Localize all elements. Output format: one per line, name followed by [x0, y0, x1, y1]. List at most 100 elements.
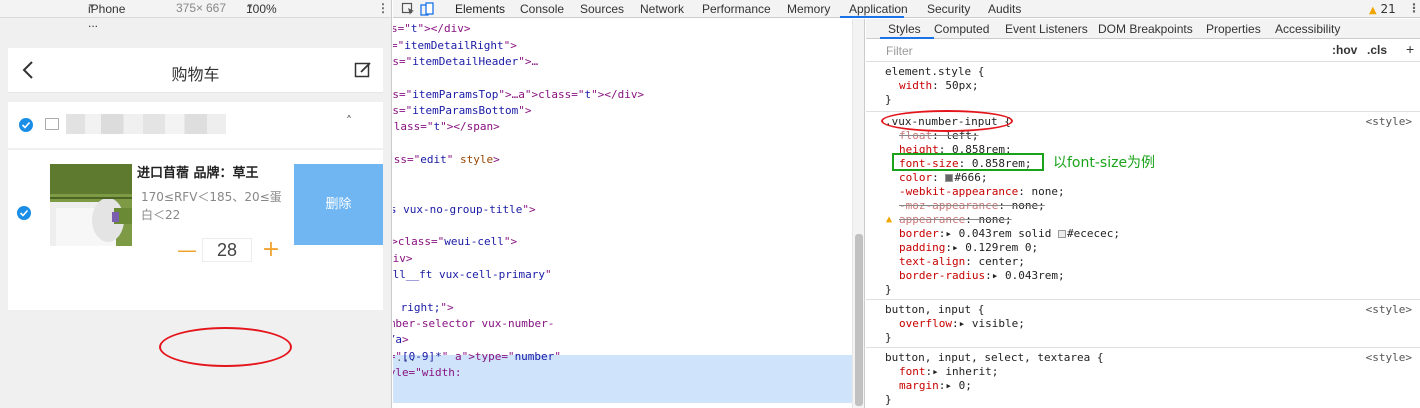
css-property-value: none;: [1011, 199, 1045, 212]
styles-filter-bar: Filter :hov .cls +: [866, 40, 1420, 62]
check-icon: [21, 121, 31, 129]
dom-node-line[interactable]: ▸a">class="t"><div data-v-3523fda8 a">cl…: [393, 54, 538, 70]
product-image[interactable]: [50, 164, 132, 246]
dom-node-text: a">class="t"><div data-v-3523fda8 a">cla…: [393, 104, 532, 117]
rule-source-link[interactable]: <style>: [1366, 351, 1412, 365]
elements-scrollbar[interactable]: [852, 19, 864, 408]
rule-button-input-selector[interactable]: button, input {: [885, 303, 984, 317]
store-checkbox[interactable]: [19, 118, 33, 132]
css-property-name: padding: [899, 241, 946, 254]
new-style-rule-icon[interactable]: +: [1406, 41, 1414, 57]
dom-node-line[interactable]: ▸a">class="t"><div>…a">class="t"></div>: [393, 251, 413, 267]
css-property[interactable]: -moz-appearance: none;: [899, 199, 1045, 213]
subtab-styles[interactable]: Styles: [888, 22, 921, 36]
device-emulator-pane: iPhone ... ▼ 375 × 667 100% ▼ ⋮ 购物车 ˄ 进口…: [0, 0, 392, 408]
dom-node-line[interactable]: class="vux-number-input" a">style="width…: [393, 365, 462, 381]
css-colon: :▸: [945, 241, 966, 254]
store-row: ˄: [8, 102, 383, 148]
dom-node-line[interactable]: ▸a">class="t"><a a">class="vux-number-se…: [393, 316, 554, 332]
css-property[interactable]: overflow:▸ visible;: [899, 317, 1025, 331]
tab-sources[interactable]: Sources: [580, 2, 624, 16]
tab-elements[interactable]: Elements: [455, 2, 505, 16]
dom-node-line[interactable]: ▾a">class="t"><div data-v-3523fda8 a">cl…: [393, 103, 531, 119]
css-property[interactable]: -webkit-appearance: none;: [899, 185, 1065, 199]
rule-element-style-selector[interactable]: element.style {: [885, 65, 984, 79]
subtab-properties[interactable]: Properties: [1206, 22, 1261, 36]
hay-bale-photo: [50, 164, 132, 246]
inspect-element-icon[interactable]: [401, 2, 415, 16]
tab-network[interactable]: Network: [640, 2, 684, 16]
css-property[interactable]: width: 50px;: [899, 79, 979, 93]
subtab-event-listeners[interactable]: Event Listeners: [1005, 22, 1088, 36]
tab-audits[interactable]: Audits: [988, 2, 1021, 16]
cart-header: 购物车: [8, 48, 383, 93]
scrollbar-thumb[interactable]: [855, 234, 863, 406]
chevron-up-icon[interactable]: ˄: [346, 114, 352, 128]
css-colon: :: [932, 79, 946, 92]
item-checkbox[interactable]: [17, 206, 31, 220]
tab-security[interactable]: Security: [927, 2, 970, 16]
plus-icon[interactable]: +: [258, 236, 284, 264]
delete-button[interactable]: 删除: [294, 164, 383, 245]
check-icon: [19, 209, 29, 217]
css-property[interactable]: border:▸ 0.043rem solid #ececec;: [899, 227, 1120, 241]
class-toggle[interactable]: .cls: [1367, 43, 1387, 57]
css-property-name: -webkit-appearance: [899, 185, 1019, 198]
tab-memory[interactable]: Memory: [787, 2, 830, 16]
css-property-value: none;: [978, 213, 1012, 226]
css-property-value: 0.129rem 0;: [965, 241, 1039, 254]
more-options-icon[interactable]: ⋮: [1408, 1, 1420, 15]
chevron-down-icon: ▼: [246, 2, 254, 11]
device-toggle-icon[interactable]: [420, 2, 434, 16]
styles-subtabs: Styles Computed Event Listeners DOM Breakpo…: [866, 19, 1420, 39]
css-property-name: width: [899, 79, 933, 92]
tab-performance[interactable]: Performance: [702, 2, 771, 16]
device-width-input[interactable]: 375: [176, 1, 196, 15]
css-property[interactable]: font:▸ inherit;: [899, 365, 998, 379]
css-property[interactable]: margin:▸ 0;: [899, 379, 972, 393]
dom-node-text: a">class="t"><a a">class="vux-number-sel…: [393, 317, 555, 330]
rule-button-input-select-selector[interactable]: button, input, select, textarea {: [885, 351, 1104, 365]
color-swatch-icon[interactable]: [945, 174, 954, 182]
edit-icon[interactable]: [354, 61, 372, 79]
red-highlight-ellipse: [159, 327, 292, 367]
css-property[interactable]: color: #666;: [899, 171, 988, 185]
css-property-value: 0.043rem;: [1004, 269, 1065, 282]
quantity-input[interactable]: 28: [202, 238, 252, 262]
css-property[interactable]: border-radius:▸ 0.043rem;: [899, 269, 1065, 283]
css-property-name: -moz-appearance: [899, 199, 999, 212]
color-swatch-icon[interactable]: [1057, 230, 1066, 238]
dom-node-line[interactable]: ▾a">class="t"><div a">style="float: righ…: [393, 300, 454, 316]
minus-icon[interactable]: —: [174, 236, 200, 264]
warning-icon: ▲: [1369, 5, 1377, 16]
warnings-badge[interactable]: ▲ 21: [1369, 2, 1396, 16]
dom-node-line[interactable]: ▾a">class="t"><div data-v-3523fda8 a">cl…: [393, 38, 517, 54]
hover-state-toggle[interactable]: :hov: [1332, 43, 1357, 57]
subtab-computed[interactable]: Computed: [934, 22, 989, 36]
dom-node-line[interactable]: ▾a">class="t"><div a">class="weui-cells …: [393, 202, 536, 218]
css-property-value: #ececec;: [1066, 227, 1120, 240]
subtab-dom-breakpoints[interactable]: DOM Breakpoints: [1098, 22, 1193, 36]
css-property[interactable]: appearance: none;: [899, 213, 1012, 227]
css-property[interactable]: padding:▸ 0.129rem 0;: [899, 241, 1038, 255]
dom-node-line[interactable]: ▸a">class="t"><span data-v-3523fda8>…a">…: [393, 119, 500, 135]
rule-source-link[interactable]: <style>: [1366, 115, 1412, 129]
dom-node-line[interactable]: ▾a">class="t"><div a">class="weui-cell__…: [393, 267, 552, 283]
dom-node-line[interactable]: ▸a">class="t"><div data-v-3523fda8 a">cl…: [393, 87, 644, 103]
tab-application[interactable]: Application: [849, 2, 908, 16]
dom-node-line[interactable]: ▸a">class="t"><div data-v-3523fda8>…a">c…: [393, 21, 470, 37]
tab-console[interactable]: Console: [520, 2, 564, 16]
dom-node-line[interactable]: selector-sub">…"a">class="t"></a>: [393, 332, 409, 348]
css-property-name: border-radius: [899, 269, 986, 282]
device-height-input[interactable]: 667: [206, 1, 226, 15]
dom-node-line[interactable]: ▾a">class="t"><div data-v-3523fda8 a">cl…: [393, 152, 500, 168]
filter-input[interactable]: Filter: [886, 44, 913, 58]
subtab-accessibility[interactable]: Accessibility: [1275, 22, 1340, 36]
css-property[interactable]: text-align: center;: [899, 255, 1025, 269]
rule-source-link[interactable]: <style>: [1366, 303, 1412, 317]
dom-node-line[interactable]: ▾a">class="t"><div data-v-3523fda8 a">cl…: [393, 234, 517, 250]
css-colon: :: [965, 213, 979, 226]
page-title: 购物车: [171, 65, 220, 84]
more-options-icon[interactable]: ⋮: [377, 1, 389, 15]
dom-node-line[interactable]: a">class="t"><input a">pattern="[0-9]*" …: [393, 349, 561, 365]
